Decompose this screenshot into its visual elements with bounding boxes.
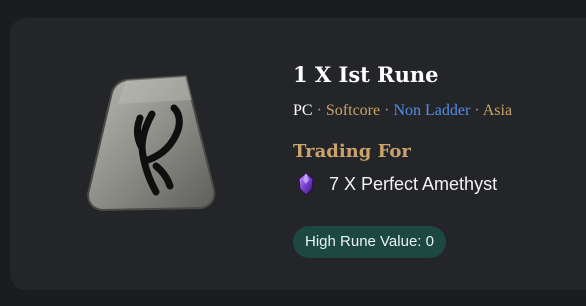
mode-label: Softcore — [325, 102, 381, 119]
trading-for-heading: Trading For — [293, 141, 411, 162]
ladder-label: Non Ladder — [393, 102, 471, 119]
meta-separator: · — [384, 102, 390, 119]
perfect-amethyst-icon — [298, 172, 314, 196]
listing-card[interactable]: 1 X Ist Rune PC · Softcore · Non Ladder … — [10, 18, 586, 290]
offer-item: 7 X Perfect Amethyst — [297, 172, 497, 196]
region-label: Asia — [482, 102, 513, 119]
listing-meta: PC · Softcore · Non Ladder · Asia — [293, 102, 512, 120]
offer-text: 7 X Perfect Amethyst — [329, 173, 498, 194]
rune-value-badge: High Rune Value: 0 — [293, 226, 446, 258]
platform-label: PC — [293, 102, 313, 119]
listing-title: 1 X Ist Rune — [293, 62, 439, 87]
ist-rune-icon — [82, 70, 222, 220]
meta-separator: · — [474, 102, 480, 119]
meta-separator: · — [316, 102, 322, 119]
